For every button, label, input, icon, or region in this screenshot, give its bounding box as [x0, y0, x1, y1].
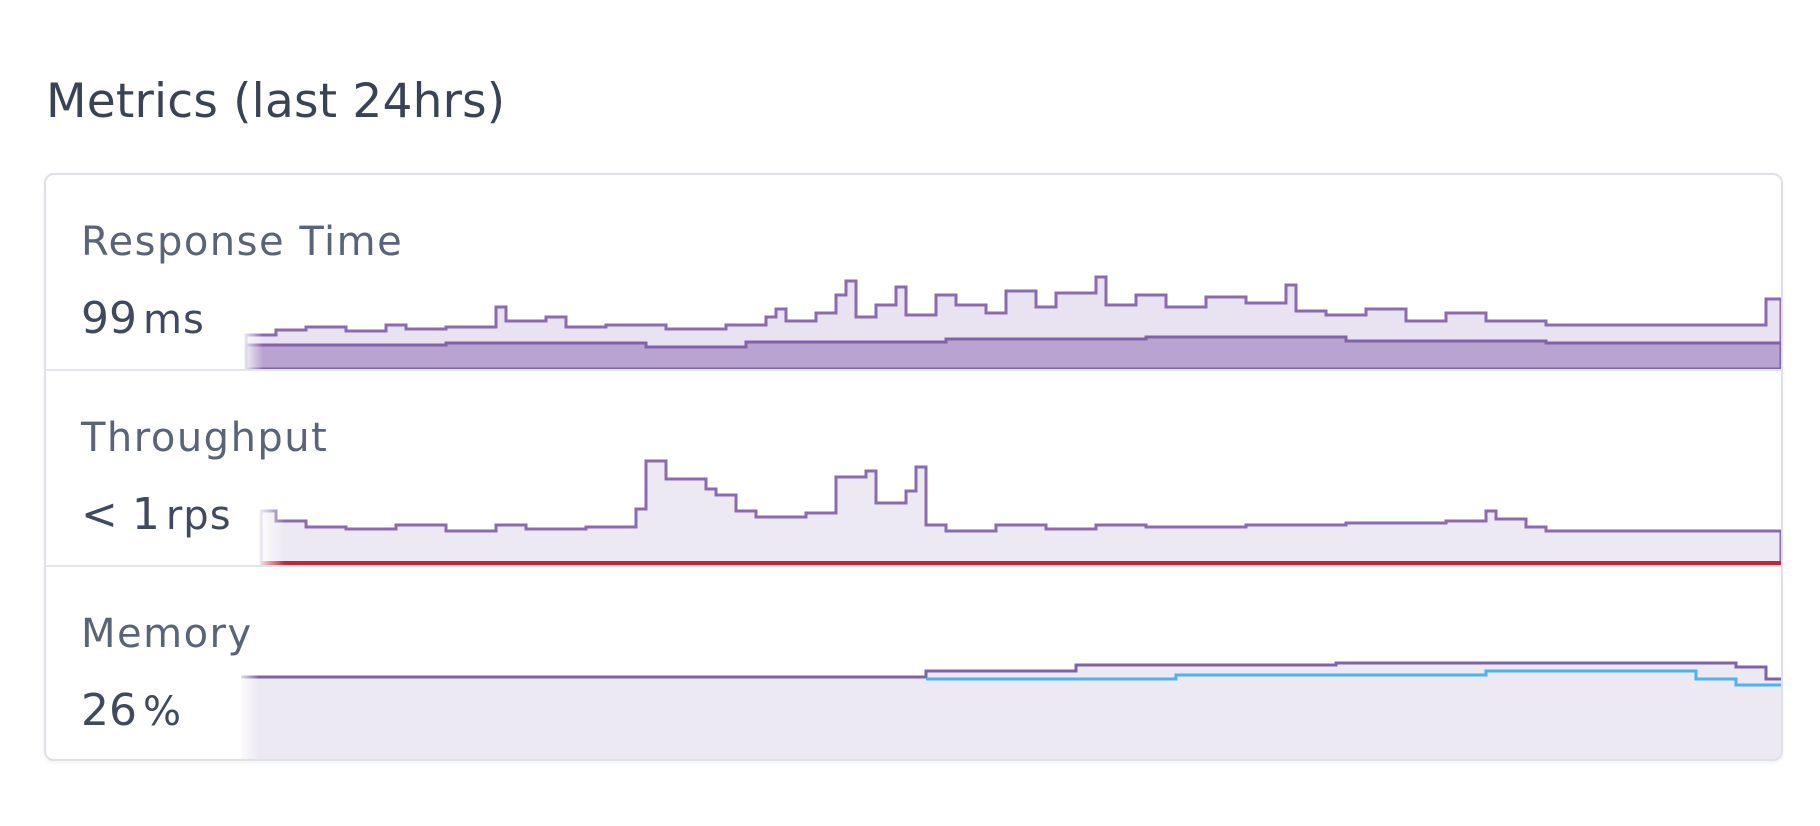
memory-sparkline — [236, 647, 1781, 759]
response-time-unit: ms — [143, 297, 205, 343]
metric-row-throughput[interactable]: Throughput < 1 rps — [46, 371, 1781, 565]
metric-row-memory[interactable]: Memory 26% — [46, 567, 1781, 759]
throughput-value: < 1 rps — [81, 489, 232, 540]
memory-label: Memory — [81, 611, 253, 657]
section-title: Metrics (last 24hrs) — [46, 74, 506, 129]
throughput-label: Throughput — [81, 415, 329, 461]
response-time-sparkline — [241, 275, 1781, 369]
throughput-unit: rps — [165, 493, 232, 539]
memory-number: 26 — [81, 685, 137, 736]
throughput-sparkline — [256, 451, 1781, 565]
response-time-value: 99 ms — [81, 293, 205, 344]
metrics-card: Response Time 99 ms Throughput < 1 rps M… — [44, 173, 1783, 761]
response-time-label: Response Time — [81, 219, 404, 265]
throughput-number: < 1 — [81, 489, 160, 540]
memory-unit: % — [143, 689, 183, 735]
response-time-number: 99 — [81, 293, 137, 344]
metric-row-response-time[interactable]: Response Time 99 ms — [46, 175, 1781, 369]
memory-value: 26% — [81, 685, 182, 736]
